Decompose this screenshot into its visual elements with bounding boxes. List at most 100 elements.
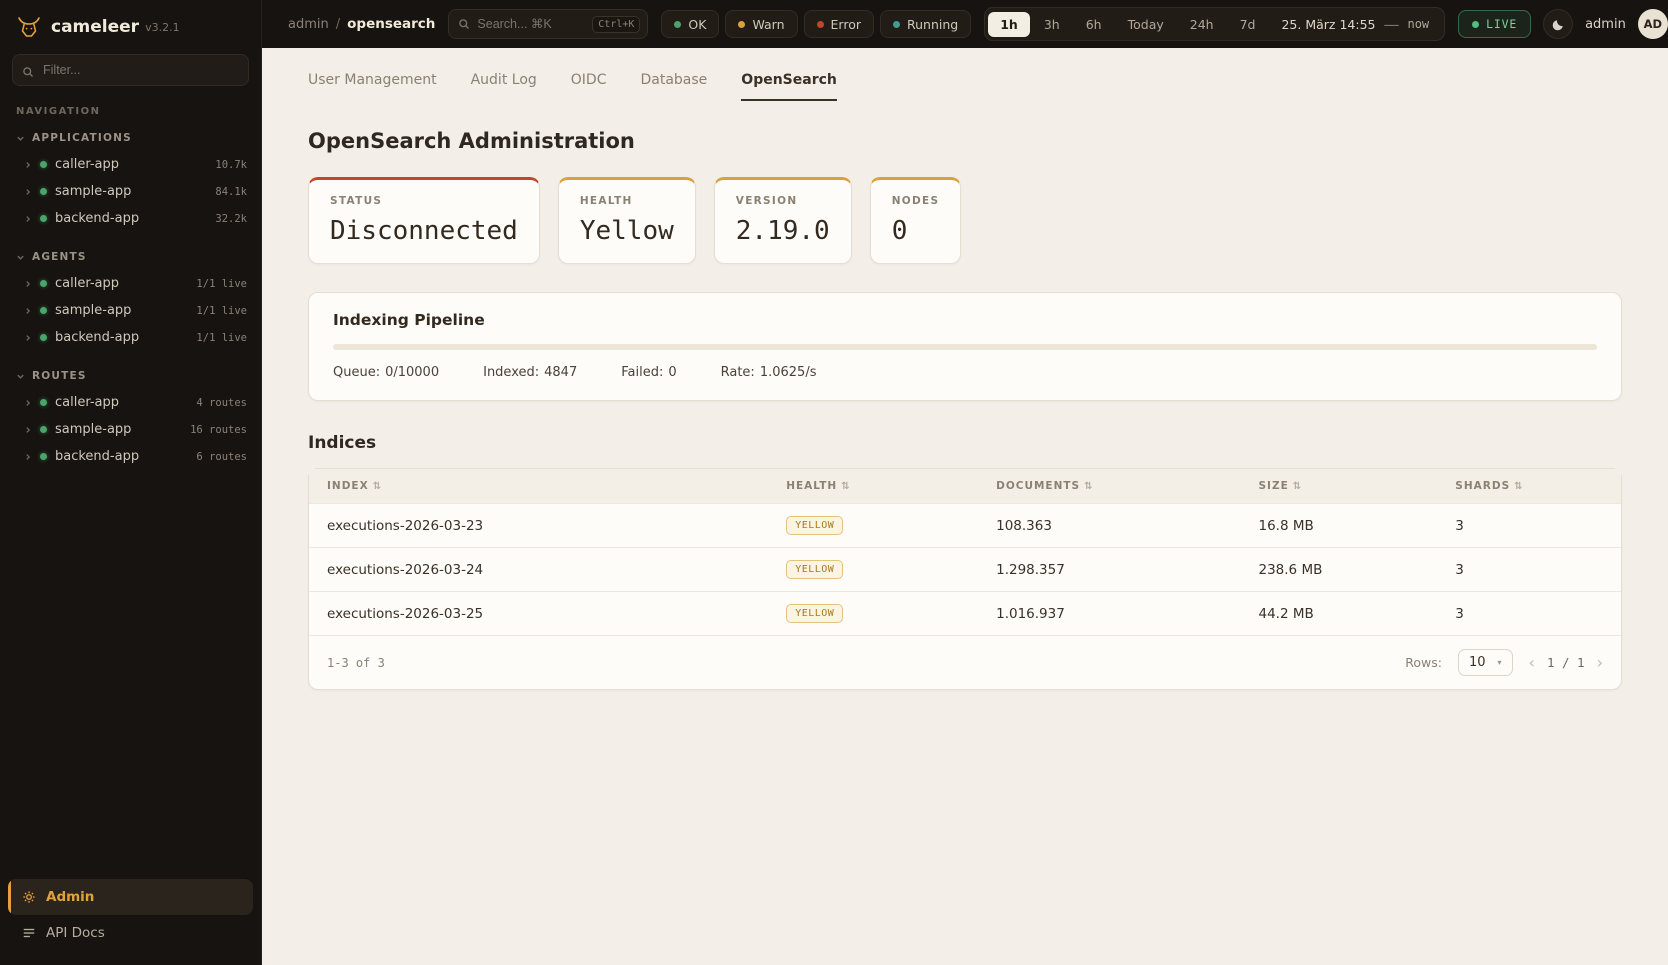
sort-icon: ⇅	[841, 481, 850, 492]
time-range-6h[interactable]: 6h	[1074, 12, 1114, 37]
status-dot	[40, 334, 47, 341]
time-range-24h[interactable]: 24h	[1178, 12, 1226, 37]
sidebar-item-api-docs[interactable]: API Docs	[8, 915, 253, 951]
sidebar-item-admin[interactable]: Admin	[8, 879, 253, 915]
status-dot	[40, 426, 47, 433]
cell-index: executions-2026-03-25	[309, 592, 768, 636]
next-page-button[interactable]: ›	[1597, 653, 1603, 672]
status-dot	[40, 215, 47, 222]
pipeline-stat-queue: Queue: 0/10000	[333, 365, 439, 380]
running-dot	[893, 21, 900, 28]
chevron-right-icon	[24, 188, 32, 196]
sidebar-item-sample-app-agent[interactable]: sample-app 1/1 live	[0, 297, 261, 324]
table-row[interactable]: executions-2026-03-25 YELLOW 1.016.937 4…	[309, 592, 1621, 636]
breadcrumb-parent[interactable]: admin	[288, 17, 329, 32]
chevron-down-icon: ▾	[1498, 658, 1502, 667]
status-filters: OK Warn Error Running	[661, 10, 971, 38]
filter-input[interactable]	[12, 54, 249, 86]
indexing-pipeline-card: Indexing Pipeline Queue: 0/10000 Indexed…	[308, 292, 1622, 401]
health-badge: YELLOW	[786, 604, 843, 623]
stat-value: Yellow	[580, 216, 674, 246]
time-range-7d[interactable]: 7d	[1228, 12, 1268, 37]
gear-icon	[22, 890, 36, 904]
sidebar-item-backend-app[interactable]: backend-app 32.2k	[0, 205, 261, 232]
group-header-agents[interactable]: AGENTS	[0, 246, 261, 270]
filter-ok[interactable]: OK	[661, 10, 719, 38]
time-range-1h[interactable]: 1h	[988, 12, 1030, 37]
date-range-display[interactable]: 25. März 14:55 — now	[1269, 15, 1441, 34]
stat-value: Disconnected	[330, 216, 518, 246]
username-label: admin	[1585, 17, 1626, 32]
page-title: OpenSearch Administration	[308, 129, 1622, 153]
rows-per-page-select[interactable]: 10 ▾	[1458, 649, 1513, 676]
group-label: ROUTES	[32, 370, 87, 382]
group-header-applications[interactable]: APPLICATIONS	[0, 127, 261, 151]
row-range-label: 1-3 of 3	[327, 656, 385, 670]
chevron-right-icon	[24, 307, 32, 315]
sidebar-item-label: backend-app	[55, 330, 139, 345]
chevron-down-icon	[16, 253, 25, 262]
column-header-health[interactable]: HEALTH⇅	[768, 469, 978, 504]
chevron-right-icon	[24, 426, 32, 434]
sidebar-item-sample-app-routes[interactable]: sample-app 16 routes	[0, 416, 261, 443]
sidebar-item-backend-app-agent[interactable]: backend-app 1/1 live	[0, 324, 261, 351]
sidebar-item-backend-app-routes[interactable]: backend-app 6 routes	[0, 443, 261, 470]
table-row[interactable]: executions-2026-03-24 YELLOW 1.298.357 2…	[309, 548, 1621, 592]
count-badge: 10.7k	[215, 159, 247, 171]
tab-bar: User Management Audit Log OIDC Database …	[308, 72, 1622, 101]
warn-dot	[738, 21, 745, 28]
pipeline-stat-failed: Failed: 0	[621, 365, 676, 380]
tab-database[interactable]: Database	[640, 72, 707, 101]
sidebar-item-sample-app[interactable]: sample-app 84.1k	[0, 178, 261, 205]
topbar-right: LIVE admin AD	[1458, 9, 1668, 39]
shortcut-hint: Ctrl+K	[592, 16, 640, 33]
tab-oidc[interactable]: OIDC	[571, 72, 607, 101]
column-header-size[interactable]: SIZE⇅	[1241, 469, 1438, 504]
avatar[interactable]: AD	[1638, 9, 1668, 39]
filter-error[interactable]: Error	[804, 10, 874, 38]
filter-running[interactable]: Running	[880, 10, 971, 38]
sidebar-item-caller-app-routes[interactable]: caller-app 4 routes	[0, 389, 261, 416]
count-badge: 84.1k	[215, 186, 247, 198]
time-range-control: 1h 3h 6h Today 24h 7d 25. März 14:55 — n…	[984, 7, 1445, 41]
sidebar-item-label: sample-app	[55, 303, 131, 318]
pipeline-stats: Queue: 0/10000 Indexed: 4847 Failed: 0 R…	[333, 365, 1597, 380]
live-toggle[interactable]: LIVE	[1458, 10, 1531, 38]
sidebar-item-label: backend-app	[55, 449, 139, 464]
filter-label: Warn	[752, 17, 784, 32]
prev-page-button[interactable]: ‹	[1529, 653, 1535, 672]
column-header-documents[interactable]: DOCUMENTS⇅	[978, 469, 1240, 504]
tab-user-management[interactable]: User Management	[308, 72, 437, 101]
theme-toggle[interactable]	[1543, 9, 1573, 39]
global-search[interactable]: Ctrl+K	[448, 9, 648, 39]
time-range-3h[interactable]: 3h	[1032, 12, 1072, 37]
cell-health: YELLOW	[768, 548, 978, 592]
stat-label: STATUS	[330, 195, 518, 207]
filter-warn[interactable]: Warn	[725, 10, 797, 38]
routes-badge: 6 routes	[196, 451, 247, 463]
group-header-routes[interactable]: ROUTES	[0, 365, 261, 389]
sort-icon: ⇅	[1514, 481, 1523, 492]
sidebar-item-caller-app-agent[interactable]: caller-app 1/1 live	[0, 270, 261, 297]
page-indicator: 1 / 1	[1547, 655, 1585, 670]
time-range-today[interactable]: Today	[1116, 12, 1176, 37]
tab-opensearch[interactable]: OpenSearch	[741, 72, 837, 101]
column-header-shards[interactable]: SHARDS⇅	[1437, 469, 1621, 504]
column-header-index[interactable]: INDEX⇅	[309, 469, 768, 504]
chevron-right-icon	[24, 399, 32, 407]
api-docs-label: API Docs	[46, 925, 105, 941]
sidebar-item-caller-app[interactable]: caller-app 10.7k	[0, 151, 261, 178]
table-footer: 1-3 of 3 Rows: 10 ▾ ‹ 1 / 1 ›	[309, 635, 1621, 689]
group-label: APPLICATIONS	[32, 132, 132, 144]
live-badge: 1/1 live	[196, 332, 247, 344]
table-row[interactable]: executions-2026-03-23 YELLOW 108.363 16.…	[309, 504, 1621, 548]
stat-label: VERSION	[736, 195, 830, 207]
range-end: now	[1407, 17, 1429, 31]
stat-card-nodes: NODES 0	[870, 177, 962, 264]
cell-index: executions-2026-03-24	[309, 548, 768, 592]
search-icon	[458, 18, 470, 30]
search-icon	[22, 63, 34, 82]
search-input[interactable]	[477, 17, 585, 31]
range-start: 25. März 14:55	[1281, 17, 1375, 32]
tab-audit-log[interactable]: Audit Log	[471, 72, 537, 101]
